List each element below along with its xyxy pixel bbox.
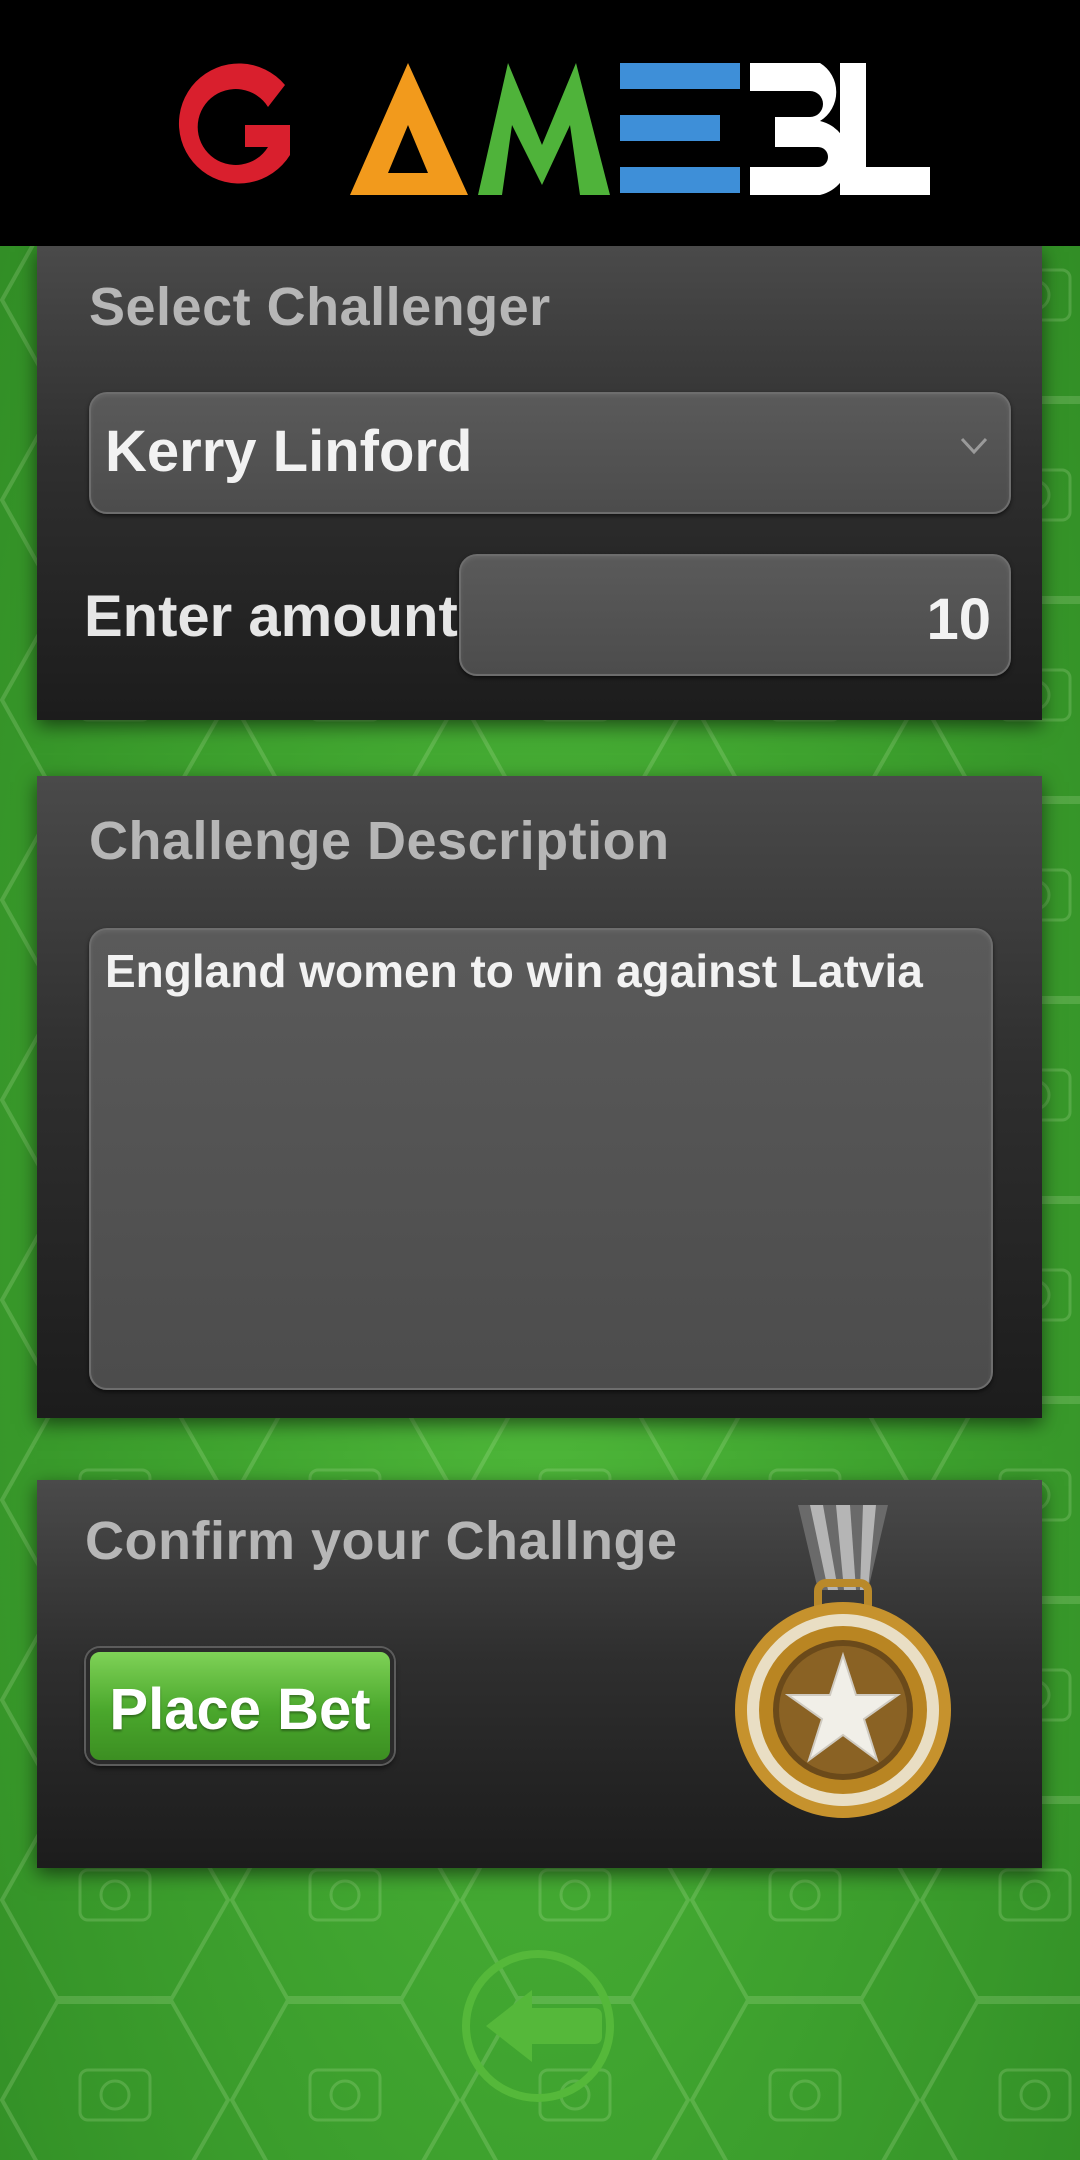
header-bar [0, 0, 1080, 246]
confirm-challenge-title: Confirm your Challnge [85, 1511, 678, 1571]
description-text: England women to win against Latvia [105, 945, 923, 997]
gamebl-logo [178, 63, 930, 195]
selected-challenger-text: Kerry Linford [105, 419, 473, 484]
chevron-down-icon [960, 437, 988, 455]
description-textarea[interactable]: England women to win against Latvia [89, 928, 993, 1390]
medal-star-icon [735, 1505, 951, 1818]
challenge-description-title: Challenge Description [89, 811, 670, 871]
amount-input[interactable]: 10 [459, 554, 1011, 676]
place-bet-button[interactable]: Place Bet [86, 1648, 394, 1764]
amount-value: 10 [926, 587, 991, 652]
challenger-select[interactable]: Kerry Linford [89, 392, 1011, 514]
back-arrow-icon[interactable] [462, 1950, 614, 2102]
enter-amount-label: Enter amount [84, 584, 458, 649]
select-challenger-title: Select Challenger [89, 277, 551, 337]
description-panel: Challenge Description England women to w… [37, 776, 1042, 1418]
